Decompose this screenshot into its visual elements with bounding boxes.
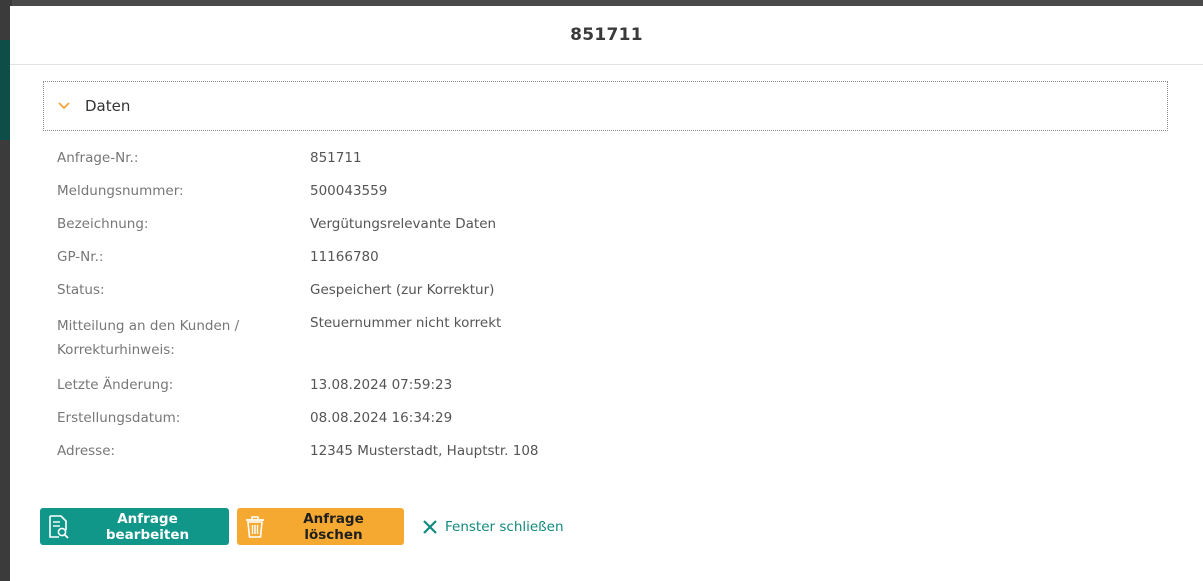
field-value: 13.08.2024 07:59:23	[310, 377, 453, 393]
chevron-down-icon	[57, 98, 73, 114]
modal-title: 851711	[570, 25, 643, 45]
modal-header: 851711	[10, 6, 1203, 65]
field-row-bezeichnung: Bezeichnung: Vergütungsrelevante Daten	[57, 215, 539, 234]
field-label: Letzte Änderung:	[57, 377, 174, 393]
field-value: 851711	[310, 150, 362, 166]
field-row-adresse: Adresse: 12345 Musterstadt, Hauptstr. 10…	[57, 442, 539, 461]
field-label: Status:	[57, 282, 105, 298]
field-row-letzte-aenderung: Letzte Änderung: 13.08.2024 07:59:23	[57, 376, 539, 395]
action-bar: Anfrage bearbeiten Anfrage löschen Fenst…	[40, 508, 564, 545]
trash-icon	[243, 514, 267, 540]
edit-request-label: Anfrage bearbeiten	[105, 510, 190, 543]
field-label: GP-Nr.:	[57, 249, 104, 265]
field-row-gp-nr: GP-Nr.: 11166780	[57, 248, 539, 267]
document-search-icon	[46, 514, 70, 540]
field-row-mitteilung: Mitteilung an den Kunden / Korrekturhinw…	[57, 314, 539, 362]
field-value: 11166780	[310, 249, 379, 265]
close-icon	[422, 519, 438, 535]
field-row-anfrage-nr: Anfrage-Nr.: 851711	[57, 149, 539, 168]
accordion-daten[interactable]: Daten	[43, 81, 1168, 131]
field-value: Vergütungsrelevante Daten	[310, 216, 497, 232]
field-label: Erstellungsdatum:	[57, 410, 181, 426]
field-value: 08.08.2024 16:34:29	[310, 410, 453, 426]
request-detail-modal: 851711 Daten Anfrage-Nr.: 851711 Meldung…	[10, 6, 1203, 581]
field-value: 500043559	[310, 183, 388, 199]
edit-request-button[interactable]: Anfrage bearbeiten	[40, 508, 229, 545]
delete-request-button[interactable]: Anfrage löschen	[237, 508, 404, 545]
close-window-link[interactable]: Fenster schließen	[422, 519, 564, 535]
field-row-status: Status: Gespeichert (zur Korrektur)	[57, 281, 539, 300]
field-label: Bezeichnung:	[57, 216, 149, 232]
field-label: Meldungsnummer:	[57, 183, 184, 199]
field-label: Mitteilung an den Kunden / Korrekturhinw…	[57, 318, 240, 358]
field-row-meldungsnummer: Meldungsnummer: 500043559	[57, 182, 539, 201]
details-list: Anfrage-Nr.: 851711 Meldungsnummer: 5000…	[57, 149, 539, 475]
field-label: Anfrage-Nr.:	[57, 150, 139, 166]
delete-request-label: Anfrage löschen	[303, 510, 364, 543]
close-window-label: Fenster schließen	[445, 518, 564, 535]
accordion-label: Daten	[85, 97, 131, 115]
field-label: Adresse:	[57, 443, 116, 459]
field-value: Gespeichert (zur Korrektur)	[310, 282, 495, 298]
field-value: 12345 Musterstadt, Hauptstr. 108	[310, 443, 539, 459]
field-row-erstellungsdatum: Erstellungsdatum: 08.08.2024 16:34:29	[57, 409, 539, 428]
field-value: Steuernummer nicht korrekt	[310, 315, 502, 331]
